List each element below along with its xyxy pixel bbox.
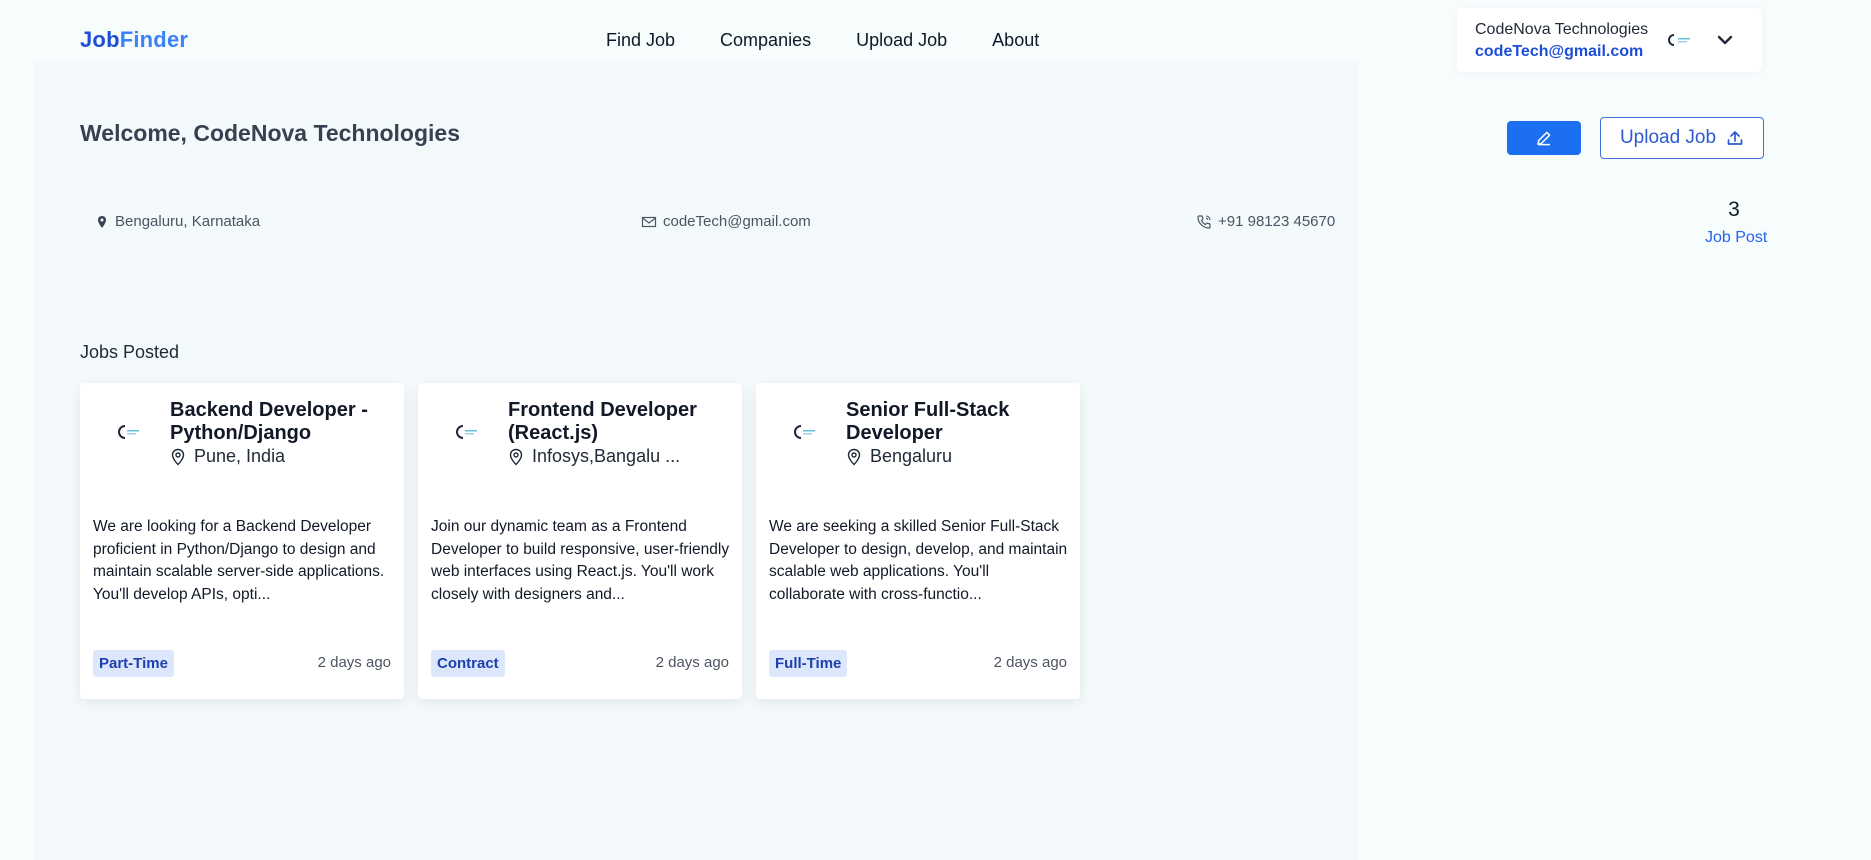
- job-post-label[interactable]: Job Post: [1705, 229, 1767, 247]
- phone-icon: [1197, 214, 1211, 229]
- top-navbar: JobFinder Find Job Companies Upload Job …: [0, 0, 1871, 80]
- map-pin-icon: [98, 215, 106, 228]
- job-card[interactable]: Senior Full-Stack Developer Bengaluru We…: [756, 383, 1080, 699]
- welcome-heading: Welcome, CodeNova Technologies: [80, 120, 461, 146]
- email-text: codeTech@gmail.com: [663, 213, 811, 230]
- upload-icon: [1727, 131, 1743, 145]
- job-posted-time: 2 days ago: [655, 654, 729, 671]
- job-location: Pune, India: [170, 446, 285, 467]
- job-type-badge: Full-Time: [769, 650, 848, 677]
- job-card[interactable]: Frontend Developer (React.js) Infosys,Ba…: [418, 383, 742, 699]
- pencil-icon: [1537, 131, 1551, 146]
- job-location-text: Bengaluru: [870, 446, 953, 466]
- nav-companies[interactable]: Companies: [720, 30, 811, 51]
- main-nav: Find Job Companies Upload Job About: [606, 30, 1039, 51]
- map-pin-icon: [509, 448, 523, 465]
- nav-find-job[interactable]: Find Job: [606, 30, 675, 51]
- job-description: Join our dynamic team as a Frontend Deve…: [431, 518, 730, 603]
- company-logo-icon: [1668, 34, 1690, 46]
- map-pin-icon: [171, 448, 185, 465]
- company-logo-icon: [118, 425, 139, 439]
- nav-about[interactable]: About: [992, 30, 1039, 51]
- profile-company-name: CodeNova Technologies: [1475, 21, 1649, 38]
- upload-job-button[interactable]: Upload Job: [1600, 117, 1764, 159]
- job-posted-time: 2 days ago: [993, 654, 1067, 671]
- job-card[interactable]: Backend Developer - Python/Django Pune, …: [80, 383, 404, 699]
- job-title: Frontend Developer (React.js): [508, 399, 697, 444]
- nav-upload-job[interactable]: Upload Job: [856, 30, 947, 51]
- map-pin-icon: [847, 448, 861, 465]
- chevron-down-icon[interactable]: [1715, 30, 1735, 50]
- upload-job-label: Upload Job: [1619, 127, 1717, 148]
- job-post-count: 3: [1728, 198, 1740, 221]
- job-location: Bengaluru: [846, 446, 952, 467]
- company-location: Bengaluru, Karnataka: [95, 213, 260, 230]
- job-type-badge: Part-Time: [93, 650, 174, 677]
- job-title: Backend Developer - Python/Django: [170, 399, 368, 444]
- job-location-text: Infosys,Bangalu ...: [532, 446, 681, 466]
- job-title: Senior Full-Stack Developer: [846, 399, 1010, 444]
- job-location-text: Pune, India: [194, 446, 286, 466]
- edit-profile-button[interactable]: [1507, 121, 1581, 155]
- jobs-posted-heading: Jobs Posted: [80, 342, 180, 362]
- profile-menu[interactable]: CodeNova Technologies codeTech@gmail.com: [1457, 8, 1762, 72]
- location-text: Bengaluru, Karnataka: [115, 213, 261, 230]
- job-posted-time: 2 days ago: [317, 654, 391, 671]
- logo-text-job: Job: [80, 27, 120, 52]
- company-logo-icon: [456, 425, 477, 439]
- company-email: codeTech@gmail.com: [641, 213, 811, 230]
- company-logo-icon: [794, 425, 815, 439]
- job-location: Infosys,Bangalu ...: [508, 446, 680, 467]
- phone-text: +91 98123 45670: [1218, 213, 1336, 230]
- mail-icon: [641, 216, 657, 227]
- logo-text-finder: Finder: [119, 27, 189, 52]
- company-phone: +91 98123 45670: [1196, 213, 1335, 230]
- app-logo[interactable]: JobFinder: [80, 27, 188, 53]
- profile-email: codeTech@gmail.com: [1475, 43, 1644, 60]
- job-description: We are looking for a Backend Developer p…: [93, 518, 385, 603]
- job-type-badge: Contract: [431, 650, 505, 677]
- job-description: We are seeking a skilled Senior Full-Sta…: [769, 518, 1068, 603]
